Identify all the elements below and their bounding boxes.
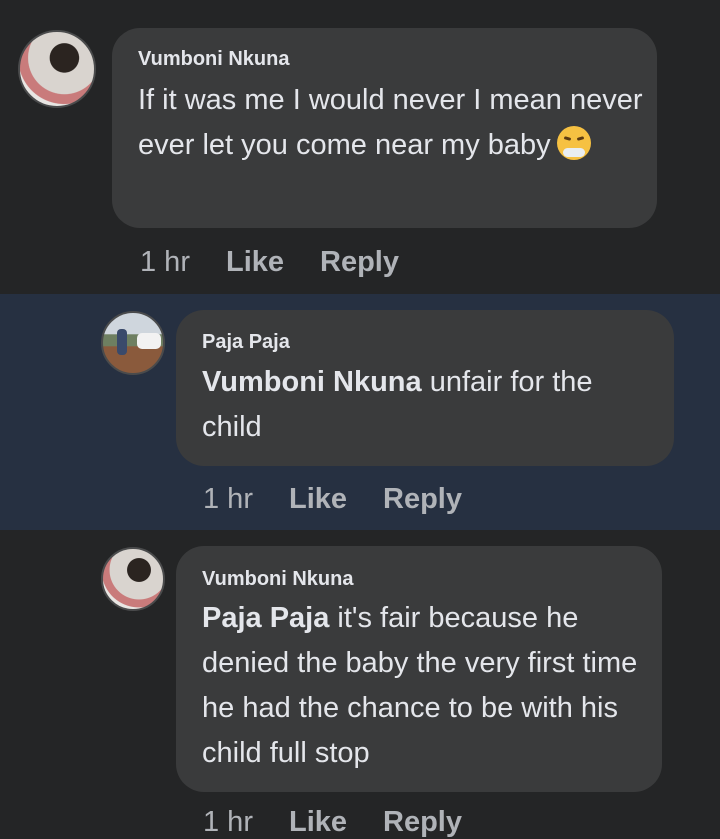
avatar[interactable] <box>18 30 96 108</box>
comment-author[interactable]: Vumboni Nkuna <box>138 48 289 71</box>
reply-button[interactable]: Reply <box>383 806 462 838</box>
like-button[interactable]: Like <box>226 246 284 278</box>
comment-actions: 1 hr Like Reply <box>140 246 435 279</box>
comment-text: If it was me I would never I mean never … <box>138 78 643 168</box>
avatar[interactable] <box>101 547 165 611</box>
comment-1: Vumboni Nkuna If it was me I would never… <box>0 0 720 294</box>
comment-timestamp[interactable]: 1 hr <box>203 806 253 838</box>
comment-timestamp[interactable]: 1 hr <box>203 483 253 515</box>
mention-link[interactable]: Paja Paja <box>202 602 329 634</box>
reply-button[interactable]: Reply <box>383 483 462 515</box>
comment-text: Vumboni Nkuna unfair for the child <box>202 360 657 450</box>
comment-author[interactable]: Paja Paja <box>202 331 290 354</box>
reply-button[interactable]: Reply <box>320 246 399 278</box>
comment-timestamp[interactable]: 1 hr <box>140 246 190 278</box>
avatar[interactable] <box>101 311 165 375</box>
steam-from-nose-emoji-icon <box>556 126 591 160</box>
like-button[interactable]: Like <box>289 483 347 515</box>
comment-actions: 1 hr Like Reply <box>203 806 498 839</box>
comment-3: Vumboni Nkuna Paja Paja it's fair becaus… <box>0 530 720 838</box>
comment-actions: 1 hr Like Reply <box>203 483 498 516</box>
comment-2: Paja Paja Vumboni Nkuna unfair for the c… <box>0 294 720 530</box>
mention-link[interactable]: Vumboni Nkuna <box>202 366 422 398</box>
like-button[interactable]: Like <box>289 806 347 838</box>
comment-text: Paja Paja it's fair because he denied th… <box>202 596 647 776</box>
comment-author[interactable]: Vumboni Nkuna <box>202 568 353 591</box>
